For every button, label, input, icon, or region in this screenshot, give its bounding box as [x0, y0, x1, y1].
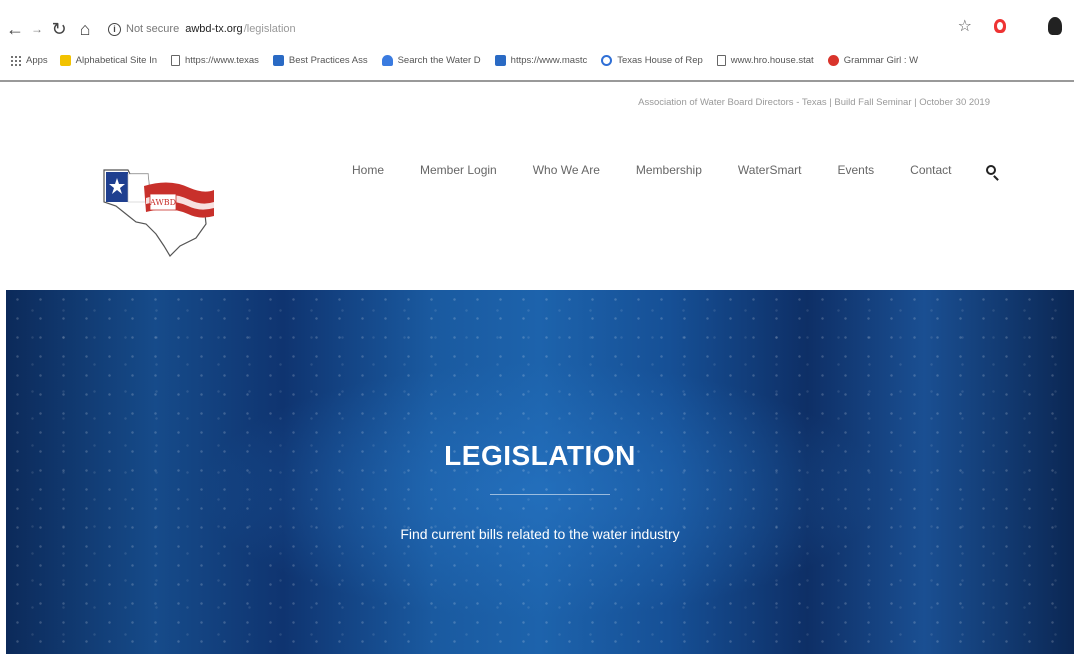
browser-actions: ☆: [958, 16, 1062, 36]
security-label: Not secure: [126, 23, 180, 35]
hero-subtitle: Find current bills related to the water …: [400, 526, 680, 542]
nav-who-we-are[interactable]: Who We Are: [533, 163, 600, 177]
bookmark-item[interactable]: Search the Water D: [381, 54, 481, 66]
bookmark-item[interactable]: https://www.mastc: [494, 54, 587, 66]
main-nav: Home Member Login Who We Are Membership …: [352, 163, 996, 177]
hero-divider: [490, 494, 610, 495]
bookmark-item[interactable]: www.hro.house.stat: [716, 54, 814, 66]
site-icon: [272, 54, 284, 66]
back-arrow-icon[interactable]: ←: [4, 20, 26, 38]
texas-logo-icon: AWBD: [103, 169, 214, 257]
nav-member-login[interactable]: Member Login: [420, 163, 497, 177]
extension-icon[interactable]: [994, 19, 1006, 33]
page-icon: [716, 54, 726, 66]
bookmark-item[interactable]: https://www.texas: [171, 54, 259, 66]
bookmarks-bar: Apps Alphabetical Site In https://www.te…: [0, 48, 1074, 72]
home-icon[interactable]: ⌂: [74, 20, 96, 38]
search-site-icon: [601, 54, 613, 66]
bookmark-item[interactable]: Apps: [10, 54, 48, 66]
url-path[interactable]: /legislation: [244, 23, 296, 35]
site-topbar-text[interactable]: Association of Water Board Directors - T…: [638, 97, 990, 108]
search-icon[interactable]: [985, 165, 996, 175]
hero-texture: [6, 290, 1074, 654]
reload-icon[interactable]: ↻: [48, 20, 70, 38]
address-bar-row: ← → ↻ ⌂ i Not secure awbd-tx.org /legisl…: [0, 14, 1074, 44]
nav-contact[interactable]: Contact: [910, 163, 951, 177]
profile-icon[interactable]: [1048, 17, 1062, 35]
bookmark-item[interactable]: Alphabetical Site In: [59, 54, 157, 66]
bookmark-item[interactable]: Texas House of Rep: [601, 54, 703, 66]
site-icon: [494, 54, 506, 66]
bookmark-star-icon[interactable]: ☆: [958, 16, 972, 36]
nav-home[interactable]: Home: [352, 163, 384, 177]
forward-arrow-icon[interactable]: →: [30, 20, 44, 38]
apps-grid-icon: [10, 54, 21, 66]
bookmark-item[interactable]: Best Practices Ass: [272, 54, 368, 66]
info-icon[interactable]: i: [108, 22, 121, 36]
page-title: LEGISLATION: [444, 440, 636, 471]
chrome-divider: [0, 80, 1074, 82]
browser-chrome: ← → ↻ ⌂ i Not secure awbd-tx.org /legisl…: [0, 0, 1074, 84]
bookmark-item[interactable]: Grammar Girl : W: [827, 54, 918, 66]
hero-banner: LEGISLATION Find current bills related t…: [6, 290, 1074, 654]
site-logo[interactable]: AWBD: [100, 158, 220, 258]
svg-text:AWBD: AWBD: [149, 198, 176, 207]
site-icon: [827, 54, 839, 66]
url-host[interactable]: awbd-tx.org: [185, 23, 242, 35]
nav-membership[interactable]: Membership: [636, 163, 702, 177]
nav-watersmart[interactable]: WaterSmart: [738, 163, 802, 177]
site-icon: [381, 54, 393, 66]
page-icon: [171, 54, 180, 66]
nav-events[interactable]: Events: [837, 163, 874, 177]
folder-icon: [59, 54, 71, 66]
